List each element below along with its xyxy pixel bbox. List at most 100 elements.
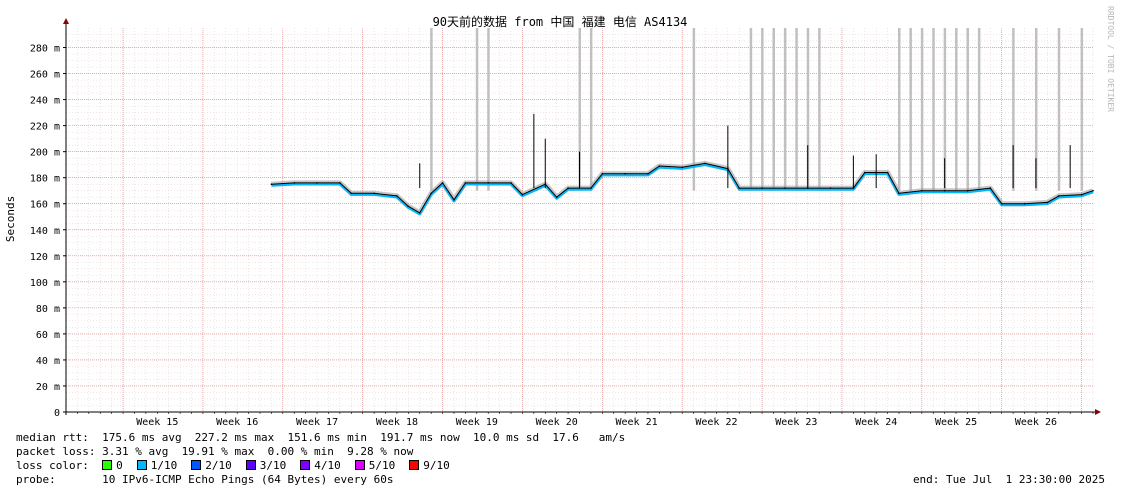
y-axis-arrow xyxy=(63,18,69,24)
rtt-point xyxy=(1046,201,1049,204)
rtt-point xyxy=(704,162,706,165)
rtt-point xyxy=(339,182,341,184)
loss-color-item-label: 2/10 xyxy=(205,459,232,472)
loss-color-swatch xyxy=(300,460,311,470)
y-axis-label: Seconds xyxy=(4,196,17,242)
x-tick-label: Week 22 xyxy=(695,417,737,428)
loss-bar xyxy=(749,28,753,191)
y-tick-label: 280 m xyxy=(30,44,60,55)
loss-bar xyxy=(783,28,787,191)
rtt-point xyxy=(373,192,375,195)
rtt-point xyxy=(1023,202,1026,205)
loss-color-item-label: 5/10 xyxy=(368,459,396,472)
rtt-point xyxy=(453,199,455,201)
x-tick-label: Week 23 xyxy=(775,417,817,428)
y-tick-label: 80 m xyxy=(36,304,60,315)
rtt-point xyxy=(886,171,889,174)
loss-bar xyxy=(920,28,924,191)
y-tick-label: 160 m xyxy=(30,200,60,211)
y-tick-label: 100 m xyxy=(30,278,60,289)
loss-color-swatch xyxy=(136,460,147,470)
median-rtt-stats: median rtt: 175.6 ms avg 227.2 ms max 15… xyxy=(16,431,626,444)
rtt-point xyxy=(350,192,353,195)
rtt-point xyxy=(921,189,923,192)
rtt-point xyxy=(567,187,569,189)
rtt-point xyxy=(510,182,512,184)
loss-bar xyxy=(772,28,775,191)
x-tick-labels: Week 15 Week 16 Week 17 Week 18 Week 19 Week … xyxy=(65,412,1094,428)
rtt-point xyxy=(407,205,410,208)
packet-loss-stats: packet loss: 3.31 % avg 19.91 % max 0.00… xyxy=(16,445,414,458)
x-tick-label: Week 16 xyxy=(216,417,258,428)
rtt-point xyxy=(738,187,741,189)
y-tick-label: 140 m xyxy=(30,226,60,237)
x-axis-arrow xyxy=(1095,409,1101,415)
rtt-point xyxy=(487,182,490,184)
rtt-point xyxy=(966,189,969,192)
loss-color-item: 4/10 xyxy=(300,459,341,472)
x-tick-label: Week 20 xyxy=(536,417,578,428)
loss-bar xyxy=(932,28,935,191)
smokeping-chart: 90天前的数据 from 中国 福建 电信 AS4134 Seconds RRD… xyxy=(4,6,1115,428)
y-tick-label: 180 m xyxy=(30,174,60,185)
loss-color-swatch xyxy=(191,460,202,470)
loss-bar xyxy=(430,28,433,191)
rtt-point xyxy=(943,189,946,192)
y-tick-label: 220 m xyxy=(30,122,60,133)
rtt-point xyxy=(898,192,900,195)
x-tick-label: Week 25 xyxy=(935,417,977,428)
rtt-point xyxy=(418,212,421,214)
y-tick-label: 260 m xyxy=(30,70,60,81)
x-tick-label: Week 18 xyxy=(376,417,418,428)
loss-color-swatch xyxy=(102,460,113,470)
loss-color-legend: loss color: 0 1/10 2/10 3/10 4/10 5/10 9/10 xyxy=(16,459,464,473)
loss-color-item-label: 3/10 xyxy=(259,459,287,472)
rtt-point xyxy=(521,193,524,196)
rtt-point xyxy=(1092,189,1094,192)
loss-color-item: 5/10 xyxy=(354,459,396,472)
loss-bar xyxy=(966,28,969,191)
loss-color-item-label: 0 xyxy=(116,459,123,472)
loss-color-item: 0 xyxy=(102,459,123,472)
loss-bar xyxy=(977,28,981,191)
loss-color-item: 9/10 xyxy=(409,459,450,472)
loss-bar xyxy=(818,28,821,191)
y-tick-label: 0 xyxy=(54,408,60,419)
rtt-point xyxy=(396,195,398,197)
rtt-point xyxy=(784,187,786,189)
loss-color-item: 1/10 xyxy=(136,459,177,472)
loss-bar xyxy=(761,28,764,191)
loss-color-item: 2/10 xyxy=(191,459,232,472)
loss-color-label: loss color: xyxy=(16,459,103,472)
loss-bar xyxy=(898,28,901,191)
rtt-point xyxy=(647,173,649,175)
x-tick-label: Week 15 xyxy=(136,417,178,428)
rtt-point xyxy=(293,182,296,184)
y-tick-label: 200 m xyxy=(30,148,60,159)
x-tick-label: Week 24 xyxy=(855,417,897,428)
y-tick-labels: 0 20 m 40 m 60 m 80 m 100 m 120 m 140 m 160 m 180… xyxy=(30,44,66,419)
loss-bar xyxy=(909,28,912,191)
rtt-point xyxy=(864,171,866,174)
y-tick-label: 240 m xyxy=(30,96,60,107)
rtt-point xyxy=(555,196,558,198)
y-tick-label: 40 m xyxy=(36,356,60,367)
y-tick-label: 60 m xyxy=(36,330,60,341)
rtt-point xyxy=(464,182,467,184)
x-tick-label: Week 26 xyxy=(1015,417,1057,428)
y-tick-label: 20 m xyxy=(36,382,60,393)
end-time: end: Tue Jul 1 23:30:00 2025 xyxy=(912,473,1105,486)
chart-title: 90天前的数据 from 中国 福建 电信 AS4134 xyxy=(433,14,688,29)
loss-color-item-label: 9/10 xyxy=(423,459,450,472)
loss-color-item-label: 4/10 xyxy=(314,459,341,472)
rtt-point xyxy=(1080,193,1083,196)
loss-color-swatch xyxy=(245,460,256,470)
rtt-point xyxy=(1000,202,1003,205)
rtt-point xyxy=(316,182,318,184)
loss-bar xyxy=(589,28,593,191)
rtt-point xyxy=(590,187,592,189)
rtt-point xyxy=(270,183,273,185)
x-tick-label: Week 19 xyxy=(456,417,498,428)
loss-color-swatch xyxy=(409,460,420,470)
loss-bar xyxy=(1057,28,1061,191)
